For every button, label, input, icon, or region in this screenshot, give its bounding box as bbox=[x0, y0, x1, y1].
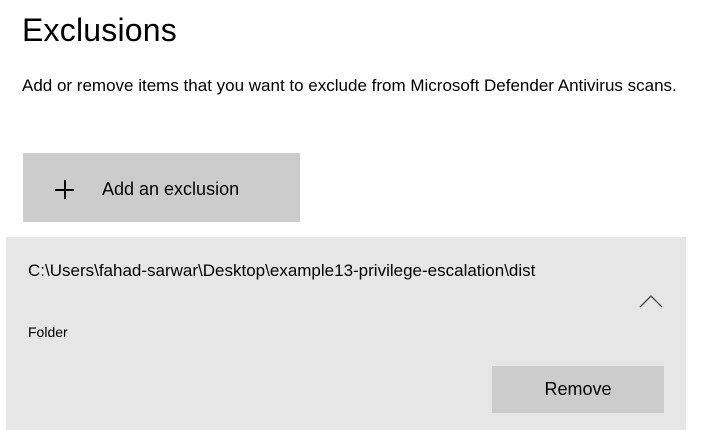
exclusion-type: Folder bbox=[28, 324, 68, 340]
add-exclusion-button[interactable]: Add an exclusion bbox=[23, 153, 300, 222]
page-title: Exclusions bbox=[22, 12, 177, 48]
add-exclusion-label: Add an exclusion bbox=[102, 179, 240, 199]
exclusion-path: C:\Users\fahad-sarwar\Desktop\example13-… bbox=[28, 261, 536, 280]
chevron-up-icon[interactable] bbox=[639, 294, 663, 308]
plus-icon bbox=[55, 180, 74, 199]
remove-button[interactable]: Remove bbox=[492, 366, 664, 413]
page-description: Add or remove items that you want to exc… bbox=[22, 76, 677, 95]
exclusion-item[interactable]: C:\Users\fahad-sarwar\Desktop\example13-… bbox=[6, 237, 686, 430]
